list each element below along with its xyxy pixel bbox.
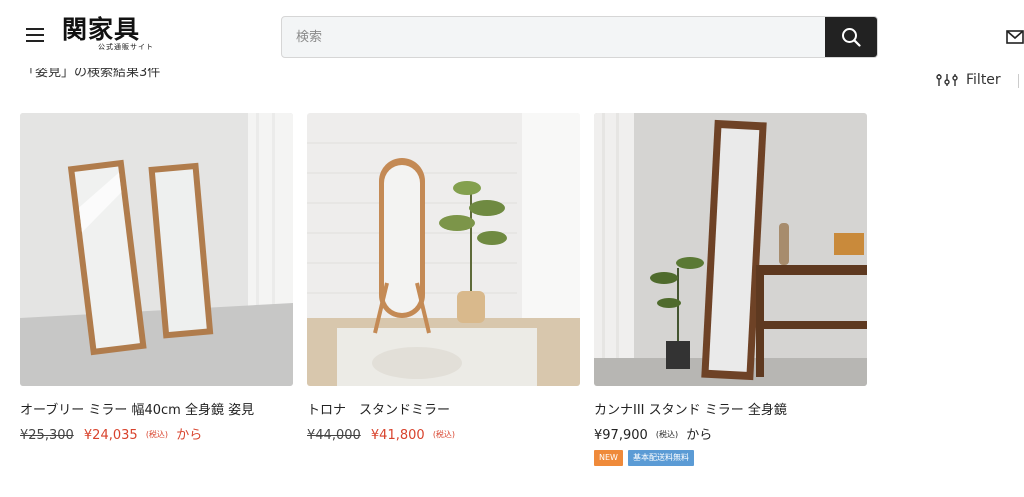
- price: ¥97,900: [594, 428, 648, 443]
- price-suffix: から: [176, 428, 203, 443]
- filter-label: Filter: [966, 72, 1001, 88]
- site-logo[interactable]: 関家具 公式通販サイト: [62, 16, 154, 52]
- search-button[interactable]: [825, 17, 877, 57]
- price-suffix: から: [686, 428, 713, 443]
- logo-text: 関家具: [62, 15, 141, 44]
- search-input[interactable]: [282, 17, 850, 57]
- tax-label: (税込): [145, 430, 169, 439]
- product-image[interactable]: [594, 113, 867, 386]
- product-title[interactable]: トロナ スタンドミラー: [307, 402, 580, 420]
- sale-price: ¥41,800: [370, 428, 425, 443]
- original-price: ¥25,300: [20, 428, 74, 443]
- product-card[interactable]: カンナIII スタンド ミラー 全身鏡 ¥97,900 (税込) から NEW …: [594, 113, 867, 466]
- badge-list: NEW 基本配送料無料: [594, 450, 867, 466]
- original-price: ¥44,000: [307, 428, 361, 443]
- menu-icon[interactable]: [26, 28, 44, 46]
- product-card[interactable]: トロナ スタンドミラー ¥44,000 ¥41,800 (税込): [307, 113, 580, 444]
- price-row: ¥97,900 (税込) から: [594, 427, 867, 444]
- free-shipping-badge: 基本配送料無料: [627, 450, 694, 466]
- sale-price: ¥24,035: [83, 428, 138, 443]
- filter-icon: [936, 74, 958, 86]
- product-image[interactable]: [20, 113, 293, 386]
- search-result-count: 「姿見」の検索結果3件: [22, 68, 161, 80]
- product-image[interactable]: [307, 113, 580, 386]
- price-row: ¥44,000 ¥41,800 (税込): [307, 427, 580, 444]
- tax-label: (税込): [432, 430, 456, 439]
- filter-button[interactable]: Filter: [936, 72, 1001, 88]
- search-bar: [281, 16, 878, 58]
- product-title[interactable]: オーブリー ミラー 幅40cm 全身鏡 姿見: [20, 402, 293, 420]
- search-icon: [842, 28, 861, 47]
- divider: [1018, 74, 1019, 88]
- site-header: 関家具 公式通販サイト: [0, 0, 1024, 78]
- product-title[interactable]: カンナIII スタンド ミラー 全身鏡: [594, 402, 867, 420]
- mail-icon[interactable]: [1006, 30, 1024, 44]
- price-row: ¥25,300 ¥24,035 (税込) から: [20, 427, 293, 444]
- tax-label: (税込): [655, 430, 679, 439]
- new-badge: NEW: [594, 450, 623, 466]
- product-card[interactable]: オーブリー ミラー 幅40cm 全身鏡 姿見 ¥25,300 ¥24,035 (…: [20, 113, 293, 444]
